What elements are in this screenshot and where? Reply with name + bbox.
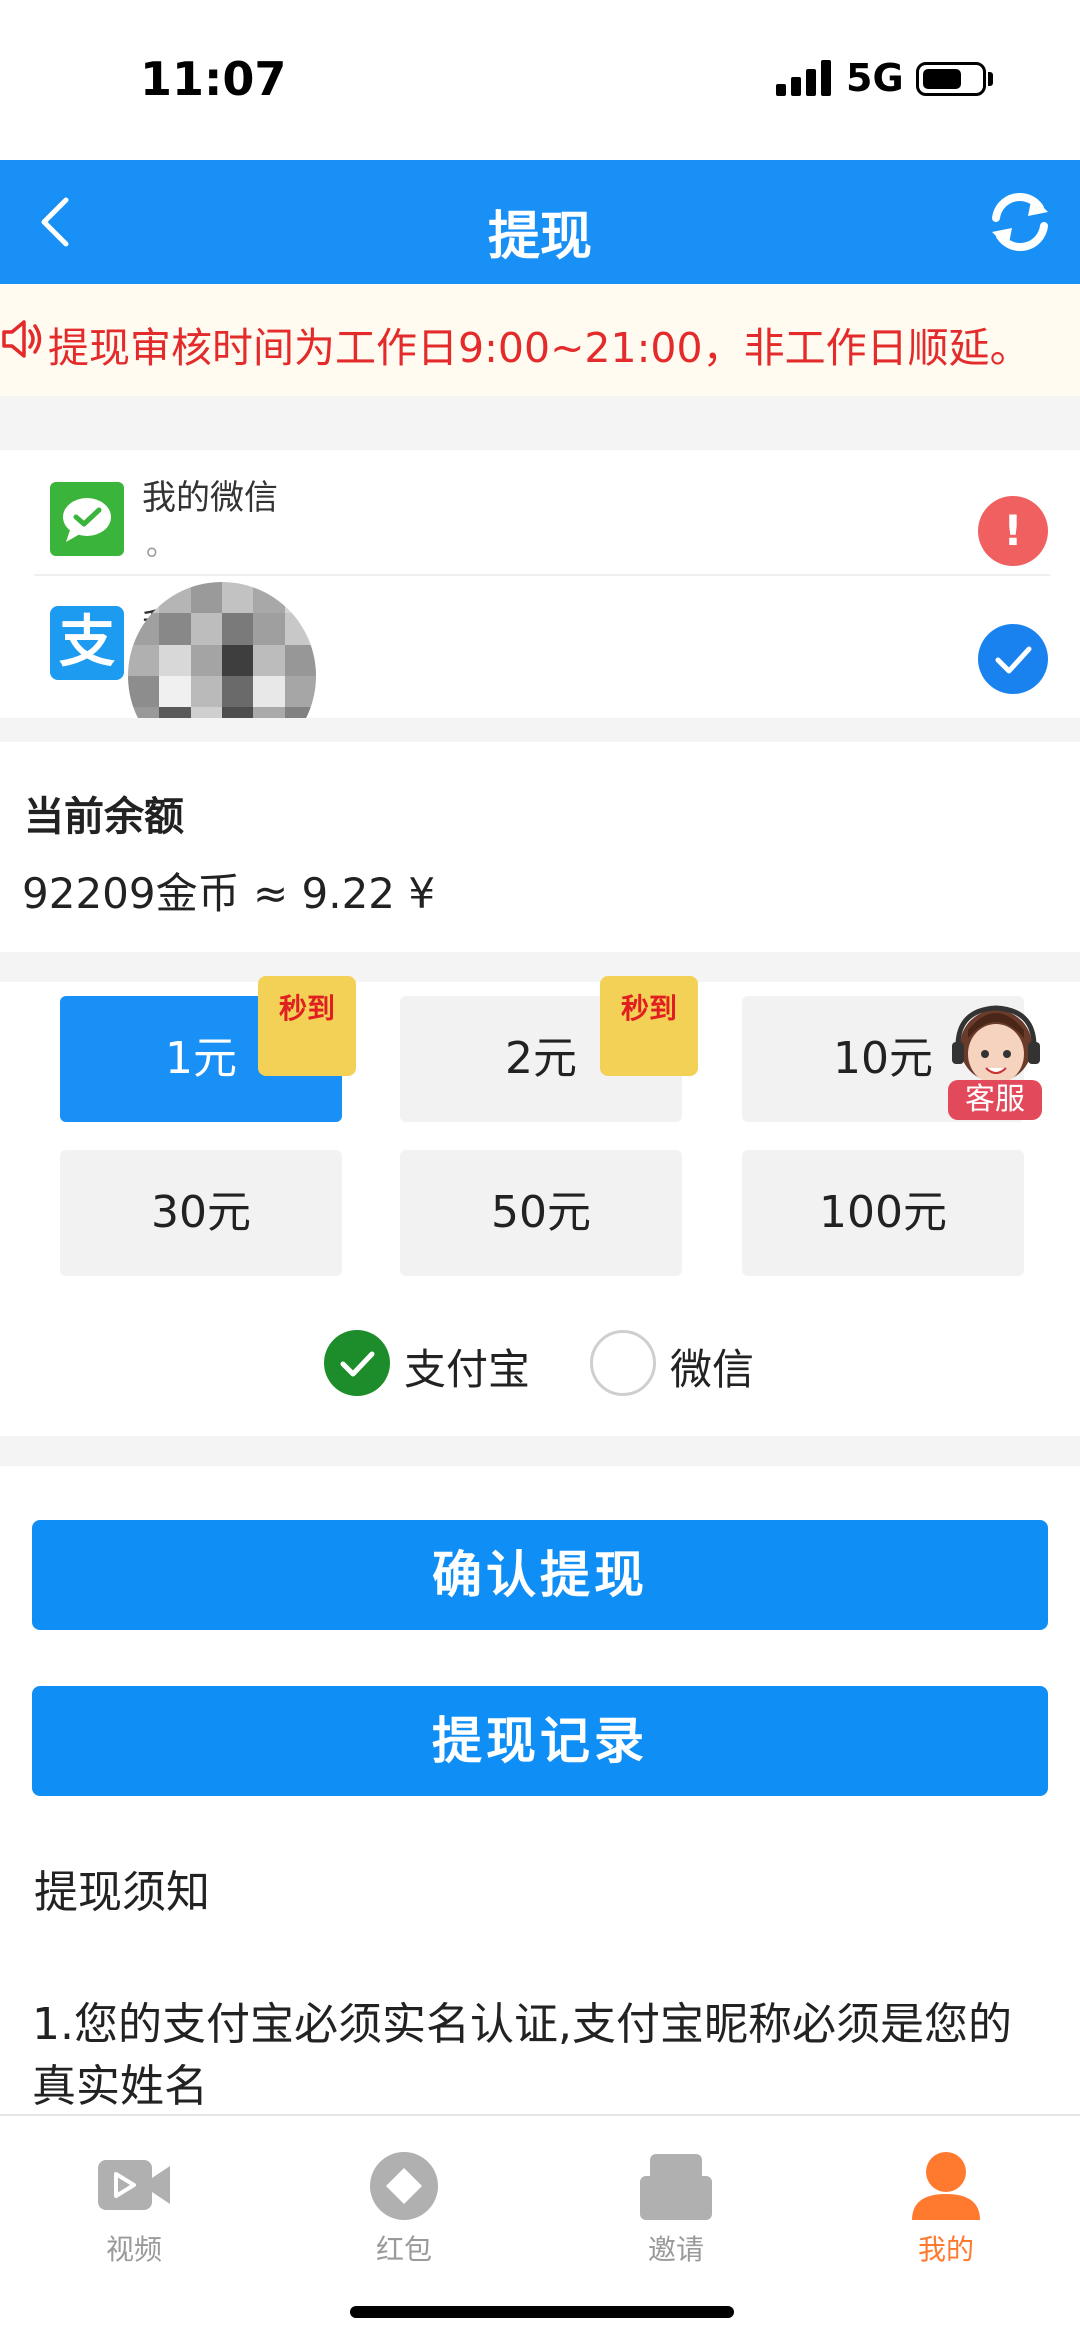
status-bar: 11:07 5G [0,0,1080,160]
instant-tag: 秒到 [600,976,698,1076]
signal-icon [776,60,832,96]
video-icon [98,2160,170,2210]
tab-label: 红包 [375,2233,432,2266]
warning-badge-icon: ! [978,496,1048,566]
balance-title: 当前余额 [24,794,184,840]
section-divider [0,718,1080,742]
account-detail: 。 [146,528,176,563]
tab-label: 邀请 [647,2233,704,2266]
section-divider [0,952,1080,982]
withdraw-records-button[interactable]: 提现记录 [32,1686,1048,1796]
status-time: 11:07 [140,52,287,106]
customer-service-label[interactable]: 客服 [948,1080,1042,1120]
account-row-wechat[interactable]: 我的微信 。 ! [34,450,1050,576]
tab-invite[interactable]: 邀请 [586,2136,766,2266]
balance-value: 92209金币 ≈ 9.22 ¥ [22,869,436,918]
confirm-withdraw-button[interactable]: 确认提现 [32,1520,1048,1630]
pay-option-label: 微信 [670,1345,755,1394]
tab-video[interactable]: 视频 [44,2136,224,2266]
radio-unchecked-icon [590,1330,656,1396]
balance-section: 当前余额 92209金币 ≈ 9.22 ¥ [0,742,1080,952]
section-divider [0,1436,1080,1466]
speaker-icon [2,320,42,358]
notice-text: 提现审核时间为工作日9:00~21:00，非工作日顺延。 [48,324,1031,372]
instant-tag: 秒到 [258,976,356,1076]
notes-title: 提现须知 [34,1867,210,1918]
home-indicator[interactable] [350,2306,734,2318]
amount-option-100[interactable]: 100元 [742,1150,1024,1276]
amount-option-50[interactable]: 50元 [400,1150,682,1276]
notice-banner: 提现审核时间为工作日9:00~21:00，非工作日顺延。 [0,284,1080,396]
page-title: 提现 [487,207,592,267]
profile-icon [912,2152,980,2220]
pay-option-label: 支付宝 [404,1345,531,1394]
battery-tip [988,72,993,86]
selected-check-icon [978,624,1048,694]
tab-label: 我的 [917,2233,974,2266]
battery-icon [916,62,986,96]
wechat-logo-icon [50,482,124,556]
notes-item: 1.您的支付宝必须实名认证,支付宝昵称必须是您的真实姓名 [32,1999,1012,2112]
tab-red-packet[interactable]: 红包 [314,2136,494,2266]
alipay-logo-icon: 支 [50,606,124,680]
refresh-icon[interactable] [986,188,1054,256]
network-label: 5G [846,56,904,100]
section-divider [0,396,1080,450]
tab-label: 视频 [105,2233,162,2266]
amount-option-30[interactable]: 30元 [60,1150,342,1276]
red-packet-icon [370,2152,438,2220]
tab-profile[interactable]: 我的 [856,2136,1036,2266]
pay-option-alipay[interactable]: 支付宝 [324,1330,564,1396]
nav-header: 提现 [0,160,1080,284]
radio-checked-icon [324,1330,390,1396]
pay-option-wechat[interactable]: 微信 [590,1330,790,1396]
invite-icon [640,2154,712,2220]
account-name: 我的微信 [142,478,278,518]
